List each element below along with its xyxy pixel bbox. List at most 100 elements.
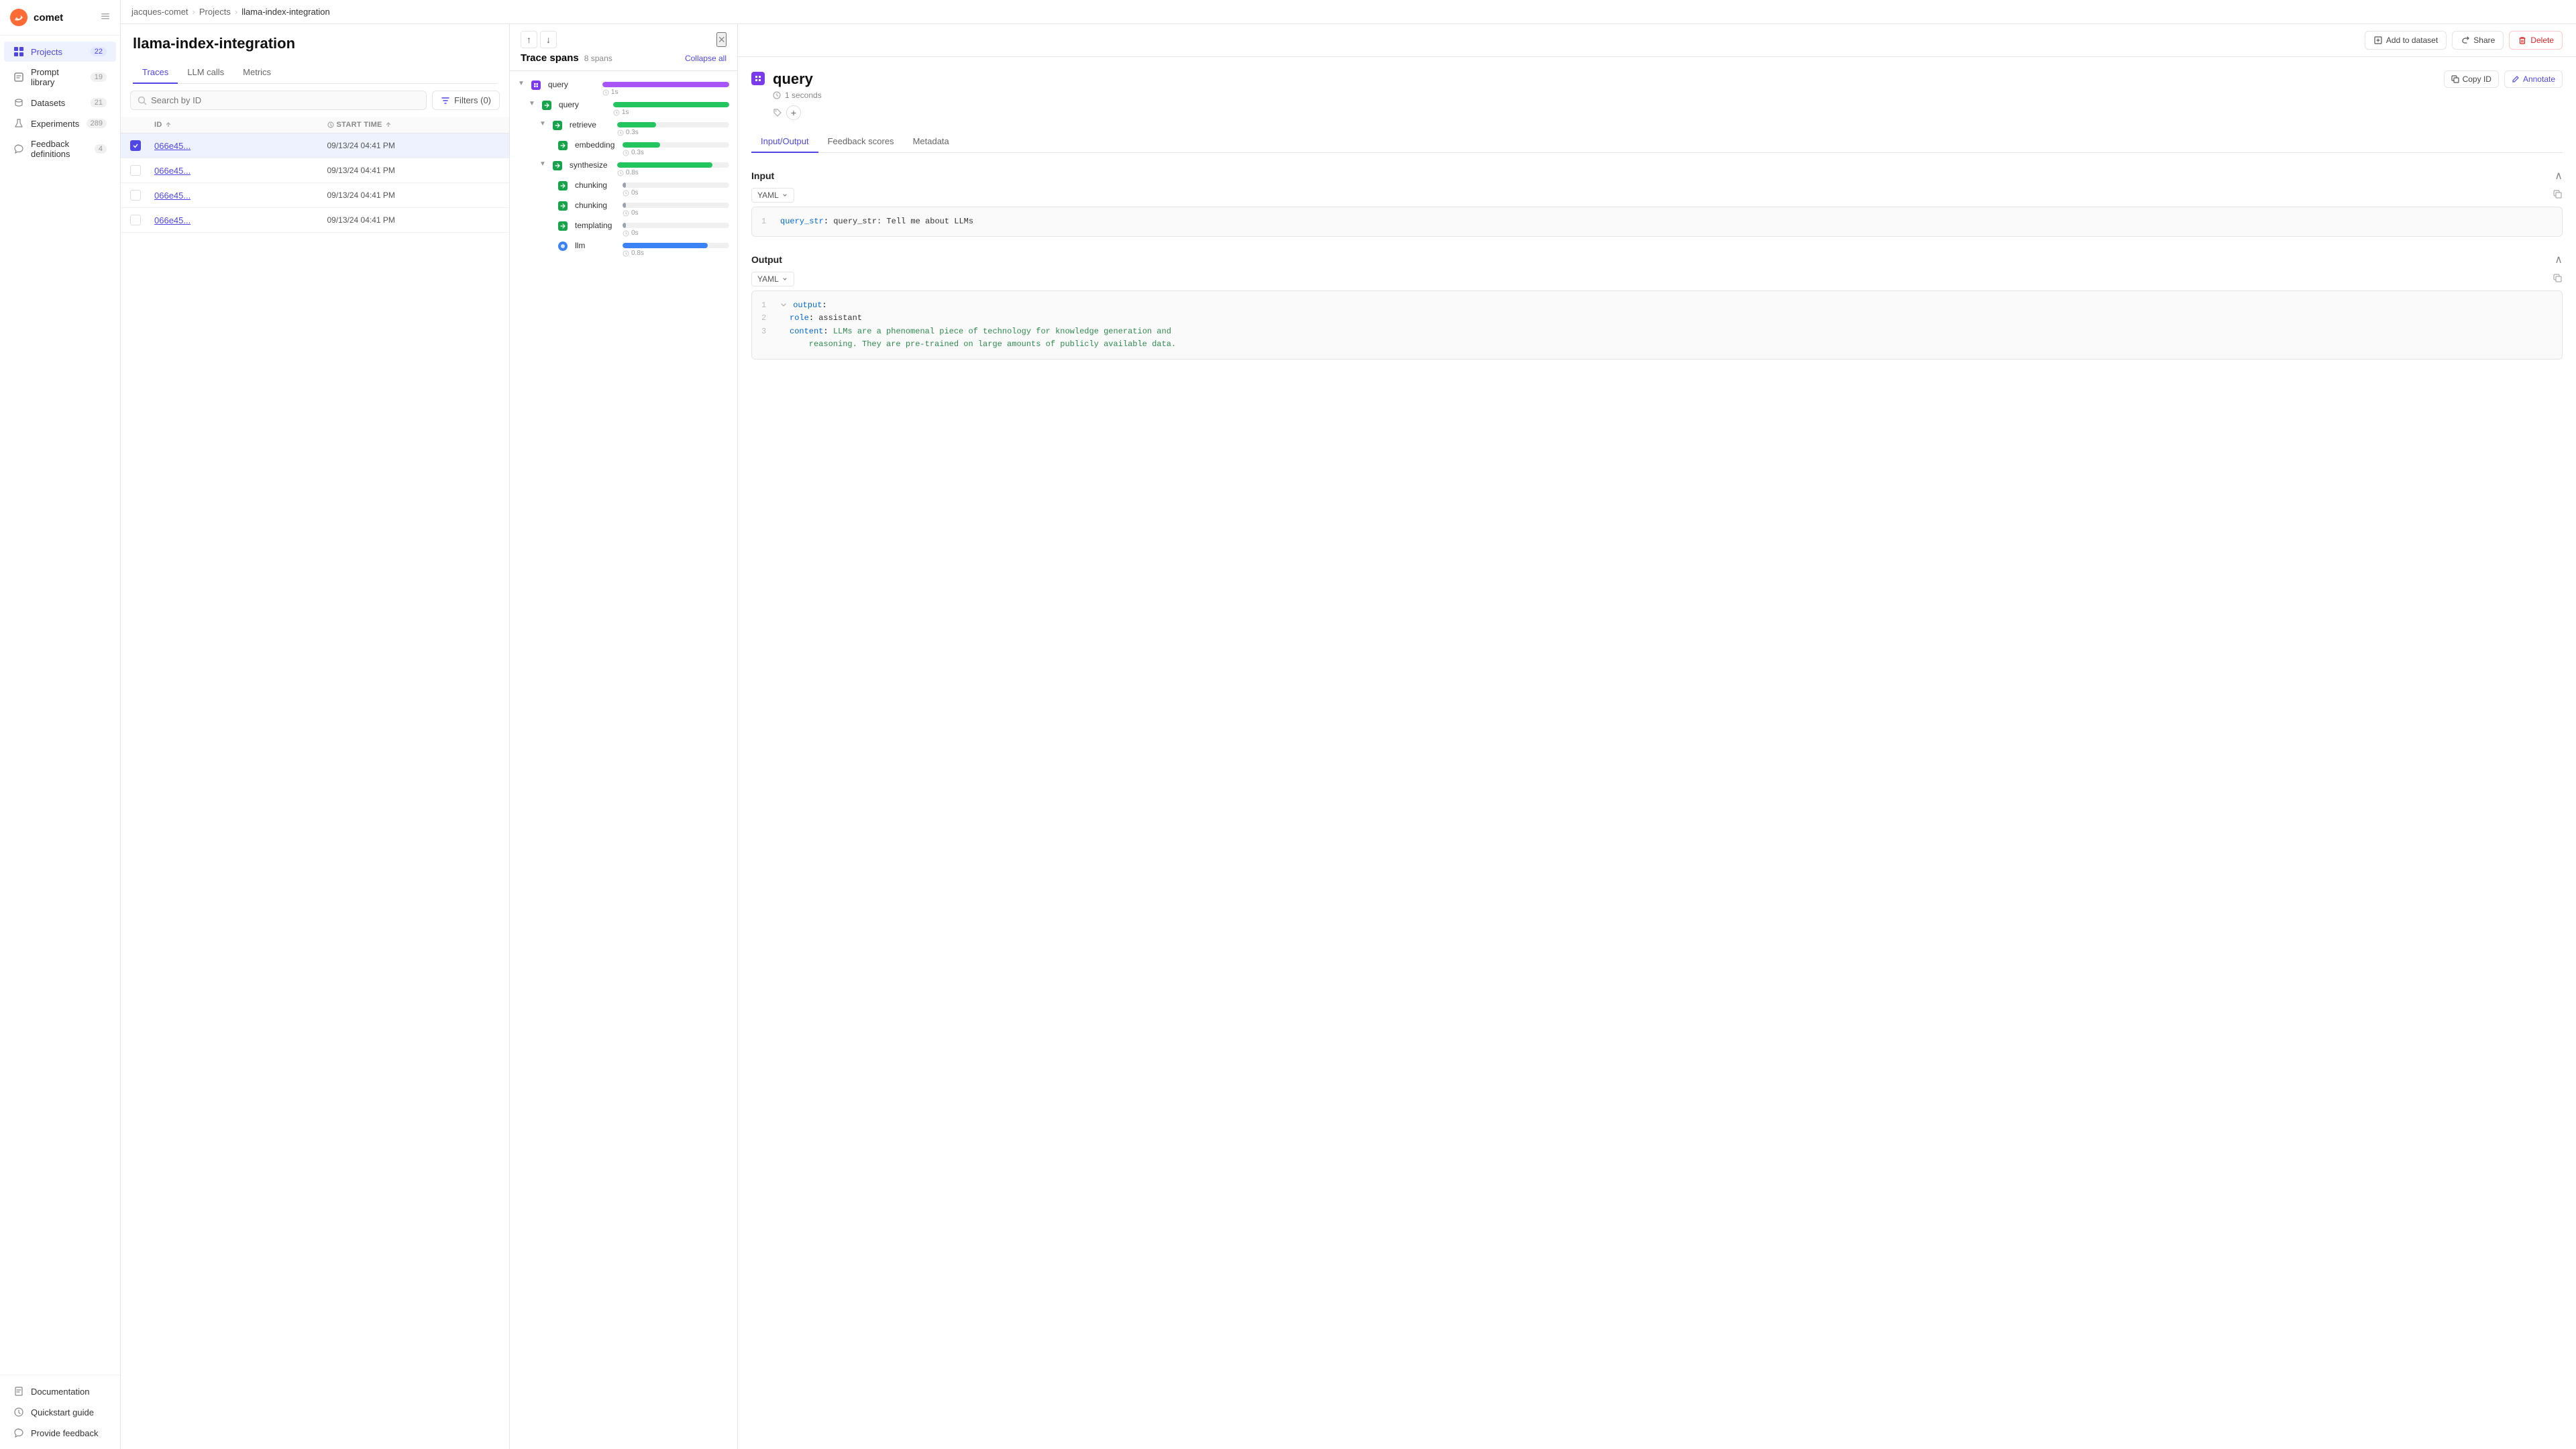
sidebar-item-datasets[interactable]: Datasets 21 — [4, 93, 116, 113]
sidebar-item-prompt-library-count: 19 — [91, 72, 107, 82]
line-num-out-3: 3 — [761, 325, 772, 338]
copy-id-button[interactable]: Copy ID — [2444, 70, 2499, 88]
sidebar-item-quickstart[interactable]: Quickstart guide — [4, 1402, 116, 1422]
sidebar-item-documentation[interactable]: Documentation — [4, 1381, 116, 1401]
filter-button[interactable]: Filters (0) — [432, 91, 500, 110]
span-bar-area-retrieve: 0.3s — [617, 120, 729, 136]
table-row[interactable]: 066e45... 09/13/24 04:41 PM — [121, 133, 509, 158]
table-row-id: 066e45... — [154, 166, 327, 176]
yaml-format-select-input[interactable]: YAML — [751, 188, 794, 203]
table-row-id: 066e45... — [154, 215, 327, 225]
sidebar-item-feedback-definitions[interactable]: Feedback definitions 4 — [4, 134, 116, 164]
breadcrumb-org[interactable]: jacques-comet — [131, 7, 189, 17]
add-tag-button[interactable]: + — [786, 105, 801, 120]
spans-nav-up[interactable]: ↑ — [521, 31, 537, 48]
prompt-library-icon — [13, 72, 24, 83]
span-bar-area-llm: 0.8s — [623, 241, 729, 257]
span-row-templating[interactable]: templating 0s — [510, 219, 737, 239]
breadcrumb-section[interactable]: Projects — [199, 7, 231, 17]
output-section-toggle: ∧ — [2555, 253, 2563, 266]
annotate-icon — [2512, 75, 2520, 83]
span-toggle-synthesize[interactable]: ▼ — [539, 160, 546, 168]
span-name-retrieve: retrieve — [570, 120, 613, 129]
output-section-header[interactable]: Output ∧ — [751, 248, 2563, 272]
span-toggle-query-root[interactable]: ▼ — [518, 80, 525, 87]
input-section-header[interactable]: Input ∧ — [751, 164, 2563, 188]
sidebar-item-datasets-label: Datasets — [31, 98, 84, 108]
span-row-query-child[interactable]: ▼ query 1s — [510, 98, 737, 118]
span-name-chunking2: chunking — [575, 201, 619, 210]
table-row[interactable]: 066e45... 09/13/24 04:41 PM — [121, 158, 509, 183]
output-line-1: output: — [780, 299, 827, 312]
spans-nav-down[interactable]: ↓ — [540, 31, 557, 48]
yaml-format-select-output[interactable]: YAML — [751, 272, 794, 286]
span-row-chunking2[interactable]: chunking 0s — [510, 199, 737, 219]
span-bar-area-chunking2: 0s — [623, 201, 729, 217]
detail-topbar: Add to dataset Share Delete — [738, 24, 2576, 57]
sidebar-logo-text: comet — [34, 12, 63, 23]
add-to-dataset-button[interactable]: Add to dataset — [2365, 31, 2447, 50]
sidebar-item-datasets-count: 21 — [91, 98, 107, 107]
span-bar-area-synthesize: 0.8s — [617, 160, 729, 176]
output-line-3: content: LLMs are a phenomenal piece of … — [780, 325, 1176, 351]
annotate-button[interactable]: Annotate — [2504, 70, 2563, 88]
line-num-1: 1 — [761, 215, 772, 228]
sidebar-collapse-button[interactable] — [100, 11, 111, 25]
span-name-llm: llm — [575, 241, 619, 250]
tab-metrics[interactable]: Metrics — [233, 62, 280, 84]
input-section-title: Input — [751, 170, 774, 181]
tab-traces[interactable]: Traces — [133, 62, 178, 84]
sidebar-item-prompt-library[interactable]: Prompt library 19 — [4, 62, 116, 92]
span-row-synthesize[interactable]: ▼ synthesize 0.8s — [510, 158, 737, 178]
search-input[interactable] — [151, 95, 419, 105]
detail-actions: Copy ID Annotate — [2444, 70, 2563, 88]
sidebar-bottom: Documentation Quickstart guide Provide f… — [0, 1375, 120, 1449]
spans-title: Trace spans — [521, 52, 579, 64]
breadcrumb-current: llama-index-integration — [241, 7, 330, 17]
input-section: Input ∧ YAML 1 — [751, 164, 2563, 237]
delete-icon — [2518, 36, 2527, 45]
sidebar-item-provide-feedback[interactable]: Provide feedback — [4, 1423, 116, 1443]
sidebar-item-quickstart-label: Quickstart guide — [31, 1407, 107, 1417]
search-icon — [138, 96, 147, 105]
traces-header: llama-index-integration Traces LLM calls… — [121, 24, 509, 84]
main-area: jacques-comet › Projects › llama-index-i… — [121, 0, 2576, 1449]
tab-metadata[interactable]: Metadata — [904, 131, 959, 153]
spans-count: 8 spans — [584, 54, 612, 63]
sidebar-item-projects[interactable]: Projects 22 — [4, 42, 116, 62]
span-toggle-retrieve[interactable]: ▼ — [539, 120, 546, 127]
share-button[interactable]: Share — [2452, 31, 2504, 50]
copy-input-button[interactable] — [2553, 190, 2563, 201]
span-row-llm[interactable]: llm 0.8s — [510, 239, 737, 259]
projects-icon — [13, 46, 24, 57]
tab-llm-calls[interactable]: LLM calls — [178, 62, 233, 84]
content-area: llama-index-integration Traces LLM calls… — [121, 24, 2576, 1449]
sidebar-item-experiments[interactable]: Experiments 289 — [4, 113, 116, 133]
table-row-time: 09/13/24 04:41 PM — [327, 215, 500, 225]
table-row[interactable]: 066e45... 09/13/24 04:41 PM — [121, 183, 509, 208]
output-line-2: role: assistant — [780, 312, 862, 325]
tab-feedback-scores[interactable]: Feedback scores — [818, 131, 904, 153]
delete-button[interactable]: Delete — [2509, 31, 2563, 50]
chevron-down-icon — [782, 192, 788, 199]
span-toggle-query-child[interactable]: ▼ — [529, 100, 535, 107]
tab-input-output[interactable]: Input/Output — [751, 131, 818, 153]
span-row-embedding[interactable]: embedding 0.3s — [510, 138, 737, 158]
input-code-block: 1 query_str: query_str: Tell me about LL… — [751, 207, 2563, 237]
clock-icon — [327, 121, 334, 128]
collapse-all-button[interactable]: Collapse all — [685, 54, 727, 63]
span-icon-retrieve — [553, 121, 562, 130]
search-box[interactable] — [130, 91, 427, 110]
share-icon — [2461, 36, 2470, 45]
spans-close-button[interactable]: × — [716, 32, 727, 47]
sidebar-item-prompt-library-label: Prompt library — [31, 67, 84, 87]
span-row-retrieve[interactable]: ▼ retrieve 0.3s — [510, 118, 737, 138]
provide-feedback-icon — [13, 1428, 24, 1438]
breadcrumb: jacques-comet › Projects › llama-index-i… — [121, 0, 2576, 24]
table-row[interactable]: 066e45... 09/13/24 04:41 PM — [121, 208, 509, 233]
copy-output-button[interactable] — [2553, 274, 2563, 285]
span-row-query-root[interactable]: ▼ query 1s — [510, 78, 737, 98]
span-bar-area-query-child: 1s — [613, 100, 729, 116]
span-row-chunking1[interactable]: chunking 0s — [510, 178, 737, 199]
span-icon-chunking1 — [558, 181, 568, 191]
